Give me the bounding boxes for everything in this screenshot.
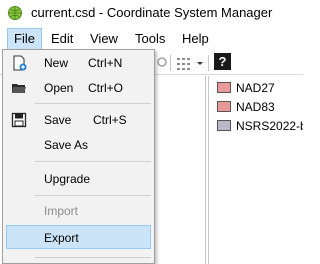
menu-item-shortcut: Ctrl+S bbox=[93, 113, 127, 127]
menu-separator bbox=[35, 195, 151, 196]
menu-item-shortcut: Ctrl+O bbox=[88, 81, 124, 95]
help-icon[interactable]: ? bbox=[214, 53, 231, 70]
menu-item-label: Import bbox=[44, 204, 79, 218]
app-window: current.csd - Coordinate System Manager … bbox=[0, 0, 303, 264]
chevron-down-icon[interactable] bbox=[196, 54, 204, 72]
list-item-label: NAD27 bbox=[236, 81, 275, 95]
menu-item-export[interactable]: Export bbox=[6, 225, 151, 249]
window-title: current.csd - Coordinate System Manager bbox=[31, 5, 273, 20]
menu-bar: File Edit View Tools Help bbox=[0, 28, 303, 50]
menu-separator bbox=[35, 161, 151, 162]
list-item[interactable]: NSRS2022-b2 bbox=[217, 117, 303, 135]
menu-separator bbox=[35, 257, 151, 258]
menu-item-label: Export bbox=[44, 231, 79, 245]
menu-item-label: Upgrade bbox=[44, 172, 91, 186]
menu-item-shortcut: Ctrl+N bbox=[88, 56, 123, 70]
menu-item-upgrade[interactable]: Upgrade bbox=[6, 168, 151, 190]
list-item-label: NAD83 bbox=[236, 100, 275, 114]
toolbar-separator bbox=[170, 55, 171, 71]
menu-view[interactable]: View bbox=[84, 28, 124, 50]
new-file-icon bbox=[13, 55, 27, 71]
menu-file[interactable]: File bbox=[7, 28, 42, 50]
title-bar: current.csd - Coordinate System Manager bbox=[0, 0, 303, 26]
menu-item-import: Import bbox=[6, 200, 151, 222]
folder-icon bbox=[217, 120, 231, 131]
folder-icon bbox=[217, 82, 231, 93]
menu-item-new[interactable]: New Ctrl+N bbox=[6, 52, 151, 74]
menu-item-save[interactable]: Save Ctrl+S bbox=[6, 109, 151, 131]
menu-item-save-as[interactable]: Save As bbox=[6, 134, 151, 156]
menu-edit[interactable]: Edit bbox=[45, 28, 79, 50]
menu-separator bbox=[35, 103, 151, 104]
coordinate-system-list: NAD27 NAD83 NSRS2022-b2 bbox=[208, 76, 303, 264]
grid-view-icon[interactable] bbox=[175, 54, 193, 72]
menu-help[interactable]: Help bbox=[176, 28, 215, 50]
app-globe-icon bbox=[8, 6, 22, 20]
menu-item-open[interactable]: Open Ctrl+O bbox=[6, 77, 151, 99]
toolbar-tool-icon[interactable] bbox=[156, 54, 168, 70]
menu-item-label: Save As bbox=[44, 138, 89, 152]
save-icon bbox=[11, 112, 27, 128]
menu-item-label: Save bbox=[44, 113, 72, 127]
file-menu-dropdown: New Ctrl+N Open Ctrl+O Save Ctrl+S Save … bbox=[2, 49, 155, 264]
list-item[interactable]: NAD27 bbox=[217, 79, 275, 97]
toolbar-separator bbox=[208, 55, 209, 71]
menu-item-label: New bbox=[44, 56, 69, 70]
list-item[interactable]: NAD83 bbox=[217, 98, 275, 116]
menu-tools[interactable]: Tools bbox=[129, 28, 171, 50]
menu-item-label: Open bbox=[44, 81, 74, 95]
folder-icon bbox=[217, 101, 231, 112]
list-item-label: NSRS2022-b2 bbox=[236, 119, 303, 133]
open-folder-icon bbox=[12, 84, 26, 93]
